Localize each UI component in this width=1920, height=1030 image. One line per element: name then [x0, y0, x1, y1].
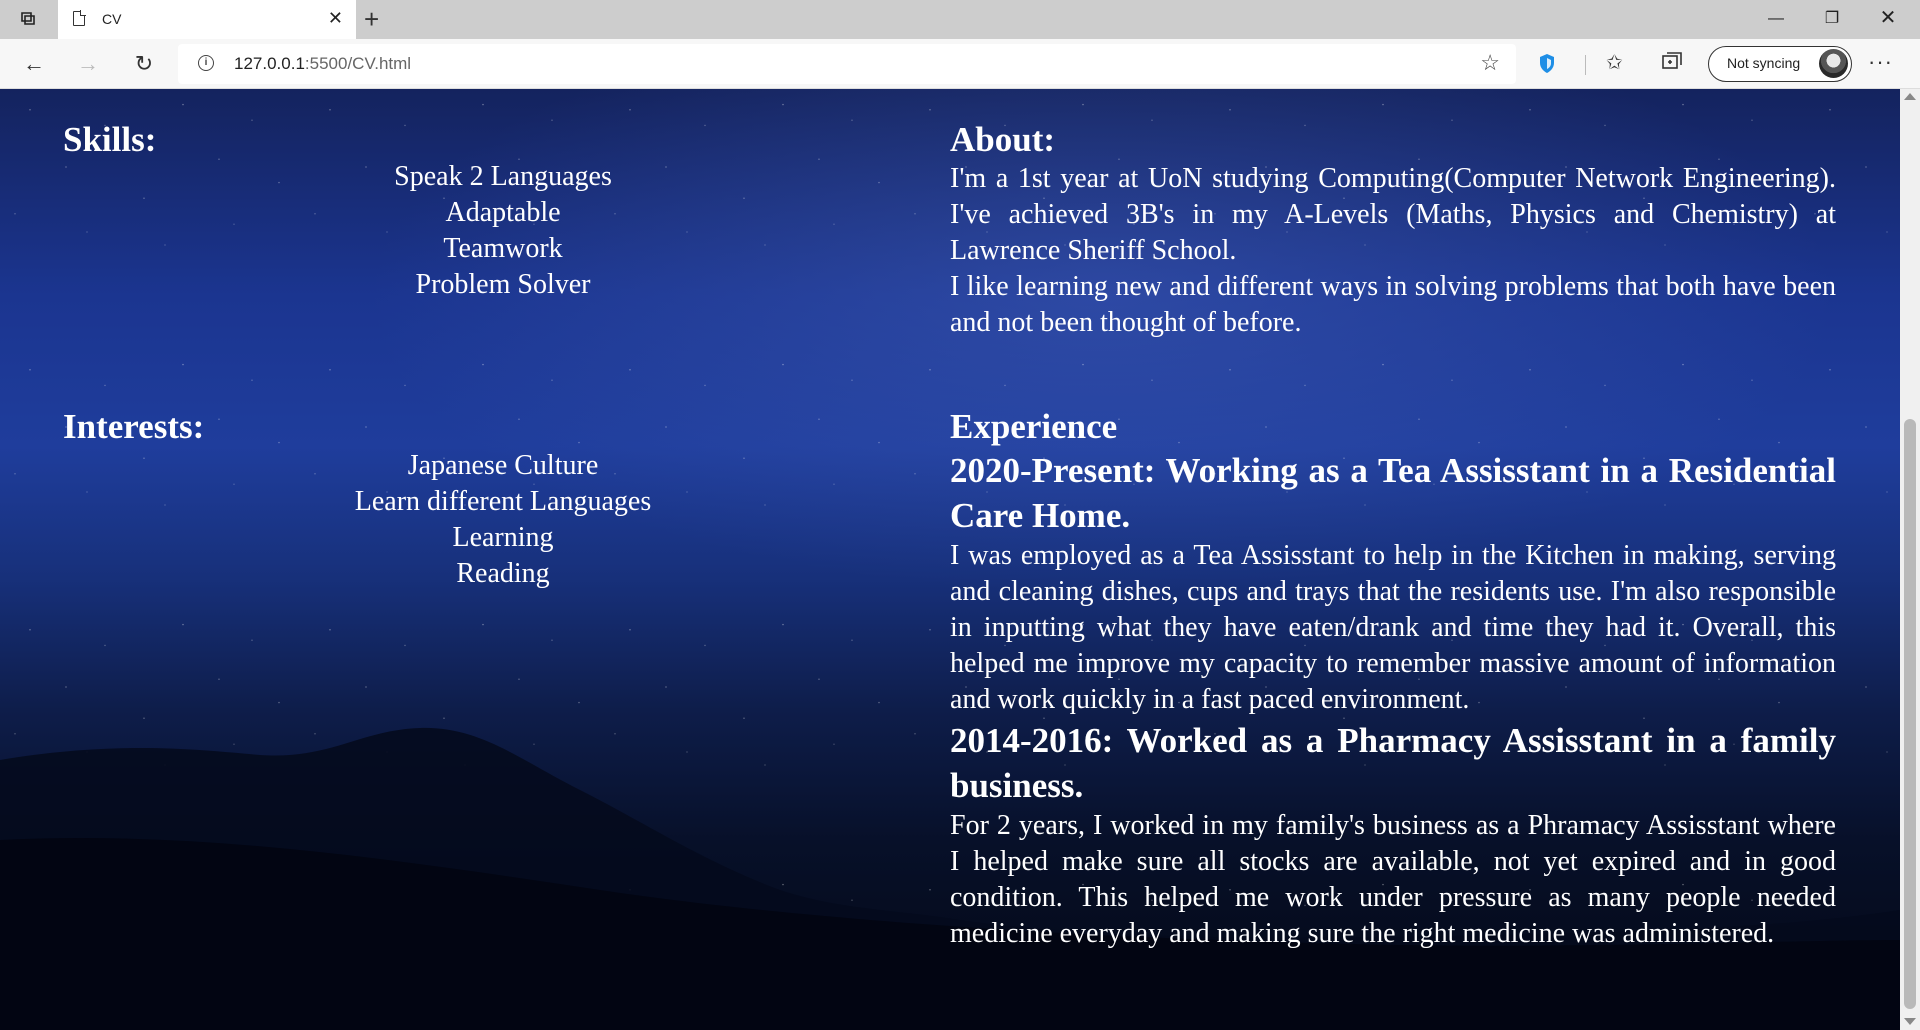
job-title: 2014-2016: Worked as a Pharmacy Assissta…	[950, 721, 1836, 805]
vertical-scrollbar[interactable]	[1900, 89, 1920, 1030]
interests-heading: Interests:	[63, 407, 205, 446]
back-arrow-icon[interactable]: ←	[18, 48, 50, 80]
list-item: Speak 2 Languages	[394, 161, 612, 192]
avatar	[1819, 49, 1848, 78]
restore-button[interactable]: ❐	[1804, 0, 1860, 39]
plus-icon[interactable]: +	[364, 4, 379, 34]
skills-heading: Skills:	[63, 120, 157, 159]
profile-sync-button[interactable]: Not syncing	[1708, 46, 1852, 82]
job-description: I was employed as a Tea Assisstant to he…	[950, 540, 1836, 715]
tab-bar: CV ✕ + — ❐ ✕	[0, 0, 1920, 39]
minimize-button[interactable]: —	[1748, 0, 1804, 39]
job-description: For 2 years, I worked in my family's bus…	[950, 810, 1836, 949]
sync-label: Not syncing	[1727, 55, 1801, 71]
toolbar-divider	[1585, 55, 1586, 75]
list-item: Learn different Languages	[354, 486, 652, 517]
left-column: Skills: Speak 2 Languages Adaptable Team…	[63, 119, 943, 589]
more-icon[interactable]: ···	[1868, 49, 1893, 75]
info-icon[interactable]: i	[198, 55, 214, 71]
scroll-thumb[interactable]	[1904, 419, 1916, 1009]
forward-arrow-icon[interactable]: →	[72, 48, 104, 80]
url-host: 127.0.0.1	[234, 54, 305, 73]
list-item: Reading	[456, 558, 550, 589]
right-column: About: I'm a 1st year at UoN studying Co…	[950, 119, 1836, 949]
close-window-button[interactable]: ✕	[1860, 0, 1916, 39]
url-text[interactable]: 127.0.0.1:5500/CV.html	[234, 54, 411, 74]
list-item: Learning	[452, 522, 554, 553]
star-icon[interactable]: ☆	[1480, 50, 1500, 76]
address-bar[interactable]: i 127.0.0.1:5500/CV.html ☆	[178, 44, 1516, 84]
page-viewport: Skills: Speak 2 Languages Adaptable Team…	[0, 89, 1900, 1030]
scroll-down-icon[interactable]	[1904, 1018, 1916, 1025]
collections-icon[interactable]	[1662, 52, 1682, 70]
list-item: Problem Solver	[415, 269, 591, 300]
job-title: 2020-Present: Working as a Tea Assisstan…	[950, 451, 1836, 535]
tab-actions-icon[interactable]	[18, 9, 46, 31]
browser-tab[interactable]: CV ✕	[58, 0, 356, 39]
close-tab-icon[interactable]: ✕	[328, 8, 343, 28]
page-icon	[73, 10, 86, 26]
list-item: Japanese Culture	[407, 450, 599, 481]
reload-icon[interactable]: ↻	[128, 48, 160, 80]
cv-content: Skills: Speak 2 Languages Adaptable Team…	[0, 89, 1900, 1030]
experience-heading: Experience	[950, 407, 1118, 446]
navigation-bar: ← → ↻ i 127.0.0.1:5500/CV.html ☆ ✩ Not s…	[0, 39, 1920, 89]
url-path: :5500/CV.html	[304, 54, 412, 73]
list-item: Teamwork	[443, 233, 563, 264]
interests-section: Interests: Japanese Culture Learn differ…	[63, 406, 943, 592]
shield-icon[interactable]	[1538, 53, 1556, 74]
about-paragraph: I like learning new and different ways i…	[950, 271, 1836, 338]
favorites-icon[interactable]: ✩	[1606, 50, 1623, 75]
list-item: Adaptable	[445, 197, 561, 228]
scroll-up-icon[interactable]	[1904, 93, 1916, 100]
interests-list: Japanese Culture Learn different Languag…	[63, 448, 943, 592]
about-heading: About:	[950, 120, 1056, 159]
about-paragraph: I'm a 1st year at UoN studying Computing…	[950, 163, 1836, 266]
tab-title: CV	[102, 11, 122, 27]
skills-list: Speak 2 Languages Adaptable Teamwork Pro…	[63, 159, 943, 303]
experience-section: Experience 2020-Present: Working as a Te…	[950, 406, 1836, 952]
